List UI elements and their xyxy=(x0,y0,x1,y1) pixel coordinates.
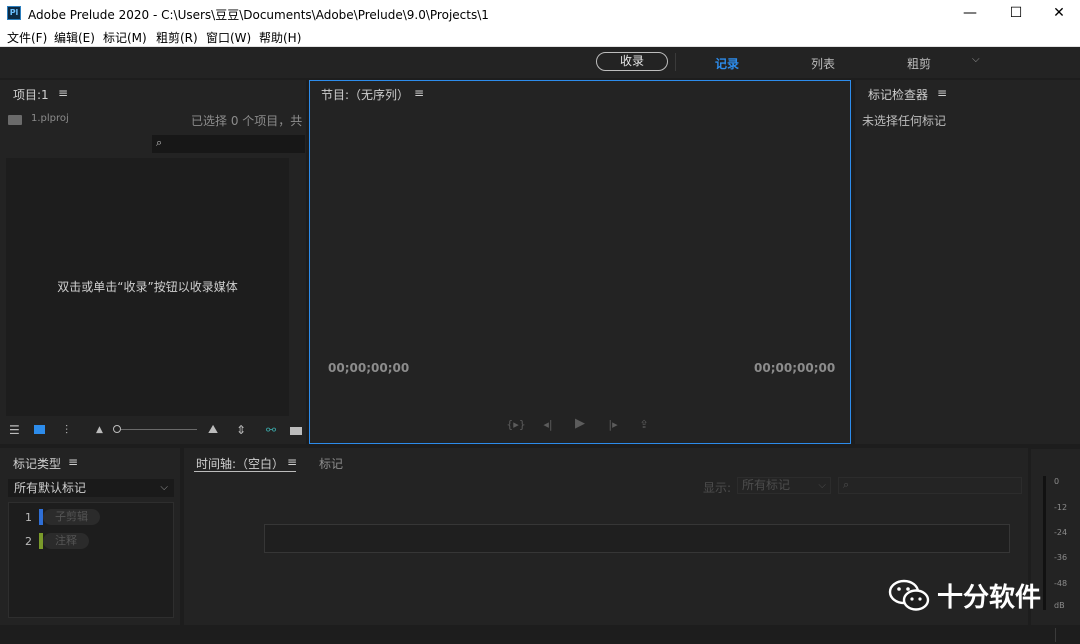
show-markers-value: 所有标记 xyxy=(742,478,791,492)
marker-type-button[interactable]: 子剪辑 xyxy=(43,509,100,525)
db-scale-label: -12 xyxy=(1054,503,1068,512)
play-icon[interactable]: ▶ xyxy=(569,416,591,431)
zoom-slider-handle[interactable] xyxy=(113,425,121,433)
new-sequence-icon[interactable]: ⚯ xyxy=(266,423,276,437)
project-media-list[interactable]: 双击或单击“收录”按钮以收录媒体 xyxy=(6,158,289,416)
panel-menu-icon[interactable]: ≡ xyxy=(58,86,68,100)
ingest-button[interactable]: 收录 xyxy=(596,52,668,71)
menu-rough-cut[interactable]: 粗剪(R) xyxy=(156,29,198,46)
marker-type-dropdown[interactable]: 所有默认标记 ⌵ xyxy=(8,479,174,497)
watermark-text: 十分软件 xyxy=(937,583,1042,613)
project-file-icon xyxy=(8,115,22,125)
workspace-divider xyxy=(675,53,676,71)
menu-bar: 文件(F) 编辑(E) 标记(M) 粗剪(R) 窗口(W) 帮助(H) xyxy=(0,27,1080,47)
show-label: 显示: xyxy=(703,481,732,495)
chevron-down-icon: ⌵ xyxy=(160,482,168,493)
workspace-tab-log[interactable]: 记录 xyxy=(715,55,739,72)
step-back-icon[interactable]: ◂| xyxy=(537,418,559,431)
active-tab-underline xyxy=(194,471,296,472)
audio-meter-bar xyxy=(1043,476,1046,610)
window-title: Adobe Prelude 2020 - C:\Users\豆豆\Documen… xyxy=(28,8,489,22)
zoom-in-icon[interactable]: ⛰ xyxy=(208,422,218,437)
selection-status: 已选择 0 个项目，共 xyxy=(191,114,303,128)
freeform-view-icon[interactable]: ⫶ xyxy=(65,423,68,438)
workspace-tab-list[interactable]: 列表 xyxy=(811,55,835,72)
timecode-duration: 00;00;00;00 xyxy=(754,361,836,375)
program-panel-title: 节目:（无序列） xyxy=(321,88,410,102)
step-forward-icon[interactable]: |▸ xyxy=(602,418,624,431)
project-panel-title: 项目:1 xyxy=(13,88,49,102)
panel-menu-icon[interactable]: ≡ xyxy=(287,455,297,469)
panel-menu-icon[interactable]: ≡ xyxy=(937,86,947,100)
marker-type-number: 1 xyxy=(25,511,32,524)
zoom-slider[interactable] xyxy=(119,429,197,430)
marker-type-title: 标记类型 xyxy=(13,457,62,471)
menu-window[interactable]: 窗口(W) xyxy=(206,29,251,46)
timeline-track-area[interactable] xyxy=(264,524,1010,553)
minimize-button[interactable]: — xyxy=(947,0,993,27)
workspace-tab-rough-cut[interactable]: 粗剪 xyxy=(907,55,931,72)
search-icon: ⌕ xyxy=(843,478,850,491)
tab-markers[interactable]: 标记 xyxy=(319,455,343,472)
icon-view-icon[interactable] xyxy=(34,425,45,434)
marker-inspector-panel xyxy=(855,80,1080,444)
zoom-out-icon[interactable]: ▲ xyxy=(96,425,103,435)
timeline-search-input[interactable]: ⌕ xyxy=(838,477,1022,494)
mark-in-out-icon[interactable]: {▸} xyxy=(505,418,527,431)
close-button[interactable]: ✕ xyxy=(1036,0,1080,27)
show-markers-dropdown[interactable]: 所有标记 ⌵ xyxy=(737,477,831,494)
export-frame-icon[interactable]: ⇪ xyxy=(633,418,655,431)
marker-type-button[interactable]: 注释 xyxy=(43,533,89,549)
project-file-name[interactable]: 1.plproj xyxy=(31,113,69,124)
marker-inspector-title: 标记检查器 xyxy=(868,88,929,102)
list-view-icon[interactable]: ☰ xyxy=(9,423,20,437)
panel-menu-icon[interactable]: ≡ xyxy=(414,86,424,100)
sort-icon[interactable]: ⇕ xyxy=(236,423,246,437)
app-icon: Pl xyxy=(7,6,21,20)
maximize-button[interactable]: ☐ xyxy=(993,0,1039,27)
title-bar: Pl Adobe Prelude 2020 - C:\Users\豆豆\Docu… xyxy=(0,0,1080,27)
marker-type-dropdown-value: 所有默认标记 xyxy=(14,481,87,495)
db-scale-label: -48 xyxy=(1054,579,1068,588)
panel-menu-icon[interactable]: ≡ xyxy=(68,455,78,469)
search-icon: ⌕ xyxy=(156,136,163,149)
marker-inspector-empty: 未选择任何标记 xyxy=(862,114,947,128)
program-monitor-panel[interactable] xyxy=(309,80,851,444)
project-search-input[interactable]: ⌕ xyxy=(152,135,305,153)
db-unit-label: dB xyxy=(1054,601,1065,610)
chevron-down-icon: ⌵ xyxy=(818,480,826,491)
menu-help[interactable]: 帮助(H) xyxy=(259,29,301,46)
status-bar xyxy=(0,626,1080,644)
wechat-logo xyxy=(888,579,930,611)
marker-type-number: 2 xyxy=(25,535,32,548)
empty-project-message: 双击或单击“收录”按钮以收录媒体 xyxy=(57,280,238,294)
menu-edit[interactable]: 编辑(E) xyxy=(54,29,95,46)
status-divider xyxy=(1055,628,1056,642)
db-scale-label: 0 xyxy=(1054,477,1060,486)
chevron-down-icon[interactable]: ⌵ xyxy=(972,54,980,65)
new-bin-icon[interactable] xyxy=(290,427,302,435)
db-scale-label: -36 xyxy=(1054,553,1068,562)
tab-timeline[interactable]: 时间轴:（空白） xyxy=(196,455,284,472)
menu-file[interactable]: 文件(F) xyxy=(7,29,47,46)
menu-marker[interactable]: 标记(M) xyxy=(103,29,147,46)
db-scale-label: -24 xyxy=(1054,528,1068,537)
timecode-current[interactable]: 00;00;00;00 xyxy=(328,361,409,375)
